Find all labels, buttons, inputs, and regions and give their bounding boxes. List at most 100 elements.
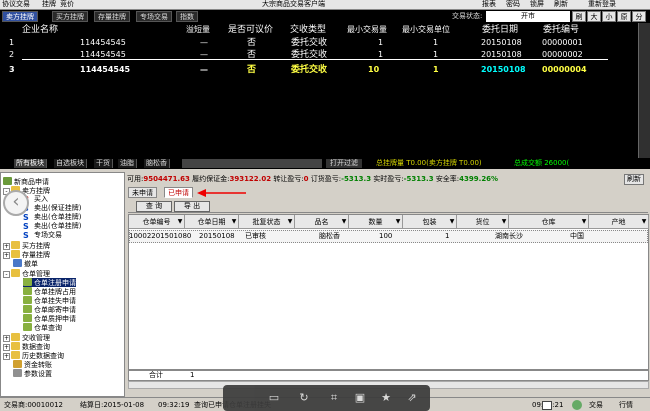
screen-icon[interactable]: ▭ bbox=[267, 391, 281, 405]
query-button[interactable]: 查 询 bbox=[136, 201, 172, 212]
crop-icon[interactable]: ⌗ bbox=[327, 391, 341, 405]
tab-buyer-listing[interactable]: 买方挂牌 bbox=[52, 11, 88, 22]
rotate-icon[interactable]: ↻ bbox=[297, 391, 311, 405]
document-icon bbox=[23, 296, 32, 304]
tree-item-receipt-query[interactable]: 仓单查询 bbox=[23, 323, 62, 332]
tree-item-fund-transfer[interactable]: 资金转账 bbox=[13, 360, 52, 369]
col-company[interactable]: 企业名称 bbox=[22, 24, 58, 36]
tree-item-receipt-pledge[interactable]: 仓单质押申请 bbox=[23, 314, 76, 323]
col-location[interactable]: 货位 ▼ bbox=[457, 215, 509, 229]
tree-item-data-query[interactable]: + 数据查询 bbox=[3, 342, 50, 351]
listing-grid[interactable]: 企业名称 溢短量 是否可议价 交收类型 最小交易量 最小交易单位 委托日期 委托… bbox=[0, 23, 650, 158]
small-font-button[interactable]: 小 bbox=[602, 11, 616, 22]
tree-item-receipt-lost[interactable]: 仓单挂失申请 bbox=[23, 296, 76, 305]
table-row-selected[interactable]: 3 114454545 — 否 委托交收 10 1 20150108 00000… bbox=[0, 64, 650, 76]
menu-listing[interactable]: 挂牌 bbox=[42, 0, 56, 9]
trade-link[interactable]: 交易 bbox=[589, 399, 603, 411]
col-warehouse[interactable]: 仓库 ▼ bbox=[509, 215, 589, 229]
title-bar: 协议交易 挂牌 竞价 大宗商品交易客户端 报表 密码 锁屏 刷新 重新登录 bbox=[0, 0, 650, 10]
tree-item-special-trade[interactable]: S 专场交易 bbox=[23, 231, 62, 240]
dropdown-icon[interactable]: ▼ bbox=[501, 219, 507, 225]
menu-refresh[interactable]: 刷新 bbox=[554, 0, 568, 9]
tab-scrollbar[interactable] bbox=[182, 159, 322, 168]
tab-index[interactable]: 指数 bbox=[176, 11, 198, 22]
tab-stock-listing[interactable]: 存量挂牌 bbox=[94, 11, 130, 22]
tab-custom-board[interactable]: 自选板块 bbox=[54, 159, 87, 168]
expand-icon[interactable]: + bbox=[3, 344, 10, 351]
tab-special-trade[interactable]: 专场交易 bbox=[136, 11, 172, 22]
col-receipt-date[interactable]: 仓单日期 ▼ bbox=[185, 215, 239, 229]
tab-rosin[interactable]: 脑松香 bbox=[144, 159, 170, 168]
market-link[interactable]: 行情 bbox=[619, 399, 633, 411]
tree-item-new-product[interactable]: 新商品申请 bbox=[3, 177, 49, 186]
tree-item-cancel[interactable]: 撤单 bbox=[13, 259, 38, 268]
col-package[interactable]: 包装 ▼ bbox=[403, 215, 457, 229]
col-approval[interactable]: 批复状态 ▼ bbox=[239, 215, 295, 229]
tree-item-receipt-register[interactable]: 仓单注册申请 bbox=[23, 278, 76, 287]
share-icon[interactable]: ⇗ bbox=[405, 391, 419, 405]
tab-applied[interactable]: 已申请 bbox=[164, 187, 193, 198]
tree-item-sell-receipt[interactable]: S 卖出(仓单挂牌) bbox=[23, 213, 81, 222]
filter-toggle[interactable]: 打开过滤 bbox=[326, 159, 362, 168]
col-origin[interactable]: 产地 ▼ bbox=[589, 215, 649, 229]
collapse-icon[interactable]: - bbox=[3, 271, 10, 278]
expand-icon[interactable]: + bbox=[3, 353, 10, 360]
tab-not-applied[interactable]: 未申请 bbox=[128, 187, 157, 198]
menu-report[interactable]: 报表 bbox=[482, 0, 496, 9]
tab-seller-listing[interactable]: 卖方挂牌 bbox=[2, 11, 38, 22]
dropdown-icon[interactable]: ▼ bbox=[287, 219, 293, 225]
col-quantity[interactable]: 数量 ▼ bbox=[349, 215, 403, 229]
tree-item-sell-receipt-2[interactable]: S 卖出(仓单挂牌) bbox=[23, 222, 81, 231]
col-receipt-no[interactable]: 仓单编号 ▼ bbox=[129, 215, 185, 229]
export-button[interactable]: 导 出 bbox=[174, 201, 210, 212]
col-order-date[interactable]: 委托日期 bbox=[482, 24, 518, 36]
col-product[interactable]: 品名 ▼ bbox=[295, 215, 349, 229]
refresh-info-button[interactable]: 刷新 bbox=[624, 174, 644, 185]
tree-item-sell-margin[interactable]: S卖出(保证挂牌) bbox=[23, 204, 81, 213]
col-min-qty[interactable]: 最小交易量 bbox=[347, 24, 387, 36]
tree-item-stock-listing[interactable]: + 存量挂牌 bbox=[3, 250, 50, 259]
grid-scrollbar[interactable] bbox=[638, 23, 650, 158]
s-icon: S bbox=[23, 213, 29, 222]
tab-all-boards[interactable]: 所有板块 bbox=[14, 159, 47, 168]
large-font-button[interactable]: 大 bbox=[587, 11, 601, 22]
back-arrow-icon[interactable]: ‹ bbox=[3, 190, 29, 216]
original-size-button[interactable]: 原 bbox=[617, 11, 631, 22]
save-icon[interactable]: ▣ bbox=[353, 391, 367, 405]
tree-item-delivery-mgmt[interactable]: + 交收管理 bbox=[3, 333, 50, 342]
dropdown-icon[interactable]: ▼ bbox=[231, 219, 237, 225]
receipt-table[interactable]: 仓单编号 ▼ 仓单日期 ▼ 批复状态 ▼ 品名 ▼ 数量 ▼ 包装 ▼ 货位 ▼ 仓库 ▼ 产地… bbox=[128, 214, 649, 370]
col-min-unit[interactable]: 最小交易单位 bbox=[402, 24, 450, 36]
tree-item-receipt-occupy[interactable]: 仓单挂牌占用 bbox=[23, 287, 76, 296]
expand-icon[interactable]: + bbox=[3, 243, 10, 250]
dropdown-icon[interactable]: ▼ bbox=[395, 219, 401, 225]
col-negotiable[interactable]: 是否可议价 bbox=[228, 24, 273, 36]
dropdown-icon[interactable]: ▼ bbox=[581, 219, 587, 225]
menu-protocol-trade[interactable]: 协议交易 bbox=[2, 0, 30, 9]
star-icon[interactable]: ★ bbox=[379, 391, 393, 405]
tree-item-receipt-mail[interactable]: 仓单邮寄申请 bbox=[23, 305, 76, 314]
tab-oils[interactable]: 油脂 bbox=[118, 159, 137, 168]
menu-bidding[interactable]: 竞价 bbox=[60, 0, 74, 9]
tree-item-history-query[interactable]: + 历史数据查询 bbox=[3, 351, 64, 360]
refresh-button[interactable]: 刷 bbox=[572, 11, 586, 22]
menu-lock[interactable]: 锁屏 bbox=[530, 0, 544, 9]
tab-dry-goods[interactable]: 干货 bbox=[94, 159, 113, 168]
menu-password[interactable]: 密码 bbox=[506, 0, 520, 9]
tree-item-settings[interactable]: 参数设置 bbox=[13, 369, 52, 378]
account-info-bar: 可用:9504471.63 履约保证金:393122.02 转让盈亏:0 订货盈… bbox=[127, 175, 499, 183]
tree-item-receipt-mgmt[interactable]: - 仓单管理 bbox=[3, 269, 50, 278]
col-order-no[interactable]: 委托编号 bbox=[543, 24, 579, 36]
table-row[interactable]: 1 114454545 — 否 委托交收 1 1 20150108 000000… bbox=[0, 37, 650, 49]
expand-icon[interactable]: + bbox=[3, 335, 10, 342]
split-button[interactable]: 分 bbox=[632, 11, 646, 22]
tree-item-buyer-listing[interactable]: + 买方挂牌 bbox=[3, 241, 50, 250]
col-delivery[interactable]: 交收类型 bbox=[290, 24, 326, 36]
dropdown-icon[interactable]: ▼ bbox=[177, 219, 183, 225]
dropdown-icon[interactable]: ▼ bbox=[641, 219, 647, 225]
menu-relogin[interactable]: 重新登录 bbox=[588, 0, 616, 9]
col-overshort[interactable]: 溢短量 bbox=[186, 24, 210, 36]
expand-icon[interactable]: + bbox=[3, 252, 10, 259]
dropdown-icon[interactable]: ▼ bbox=[449, 219, 455, 225]
dropdown-icon[interactable]: ▼ bbox=[341, 219, 347, 225]
